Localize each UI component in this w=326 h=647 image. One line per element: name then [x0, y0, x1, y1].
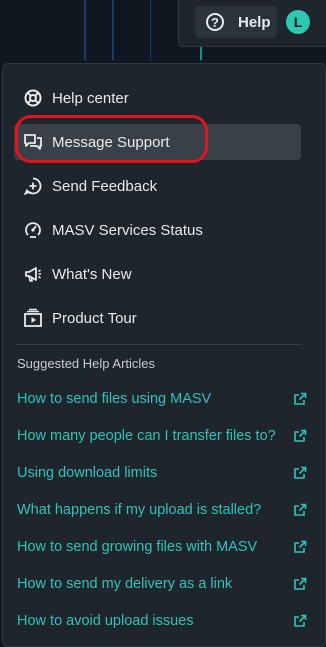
question-icon: ?	[206, 13, 224, 31]
menu-item-help-center[interactable]: Help center	[14, 80, 301, 116]
external-link-icon	[294, 392, 307, 405]
article-link[interactable]: How to avoid upload issues	[17, 609, 307, 633]
menu-item-label: Product Tour	[52, 309, 137, 327]
tour-icon	[22, 307, 44, 329]
suggested-articles-title: Suggested Help Articles	[17, 356, 156, 371]
divider	[16, 344, 302, 345]
megaphone-icon	[22, 263, 44, 285]
article-link-text: Using download limits	[17, 465, 158, 481]
feedback-icon	[22, 175, 44, 197]
external-link-icon	[294, 429, 307, 442]
avatar[interactable]: L	[286, 10, 310, 34]
help-button[interactable]: ? Help	[195, 6, 277, 38]
article-link[interactable]: How many people can I transfer files to?	[17, 424, 307, 448]
status-icon	[22, 219, 44, 241]
article-link-text: How many people can I transfer files to?	[17, 428, 276, 444]
menu-item-label: Help center	[52, 89, 129, 107]
menu-item-label: MASV Services Status	[52, 221, 203, 239]
article-link-text: How to send my delivery as a link	[17, 576, 233, 592]
background-line	[112, 0, 114, 60]
article-link[interactable]: How to send growing files with MASV	[17, 535, 307, 559]
article-link-text: How to avoid upload issues	[17, 613, 194, 629]
chat-icon	[22, 131, 44, 153]
article-link-text: How to send files using MASV	[17, 391, 212, 407]
external-link-icon	[294, 577, 307, 590]
menu-item-label: Message Support	[52, 133, 170, 151]
lifebuoy-icon	[22, 87, 44, 109]
help-button-label: Help	[238, 13, 271, 31]
menu-item-label: What's New	[52, 265, 132, 283]
article-link[interactable]: What happens if my upload is stalled?	[17, 498, 307, 522]
background-line	[84, 0, 86, 60]
external-link-icon	[294, 614, 307, 627]
menu-item-whats-new[interactable]: What's New	[14, 256, 301, 292]
menu-item-send-feedback[interactable]: Send Feedback	[14, 168, 301, 204]
top-bar: ? Help L	[178, 0, 326, 47]
external-link-icon	[294, 540, 307, 553]
background-line	[150, 0, 151, 60]
menu-item-product-tour[interactable]: Product Tour	[14, 300, 301, 336]
article-link[interactable]: Using download limits	[17, 461, 307, 485]
article-link-text: What happens if my upload is stalled?	[17, 502, 262, 518]
article-link[interactable]: How to send my delivery as a link	[17, 572, 307, 596]
menu-item-message-support[interactable]: Message Support	[14, 124, 301, 160]
menu-item-label: Send Feedback	[52, 177, 158, 195]
article-link[interactable]: How to send files using MASV	[17, 387, 307, 411]
article-link-text: How to send growing files with MASV	[17, 539, 258, 555]
external-link-icon	[294, 466, 307, 479]
menu-item-services-status[interactable]: MASV Services Status	[14, 212, 301, 248]
external-link-icon	[294, 503, 307, 516]
